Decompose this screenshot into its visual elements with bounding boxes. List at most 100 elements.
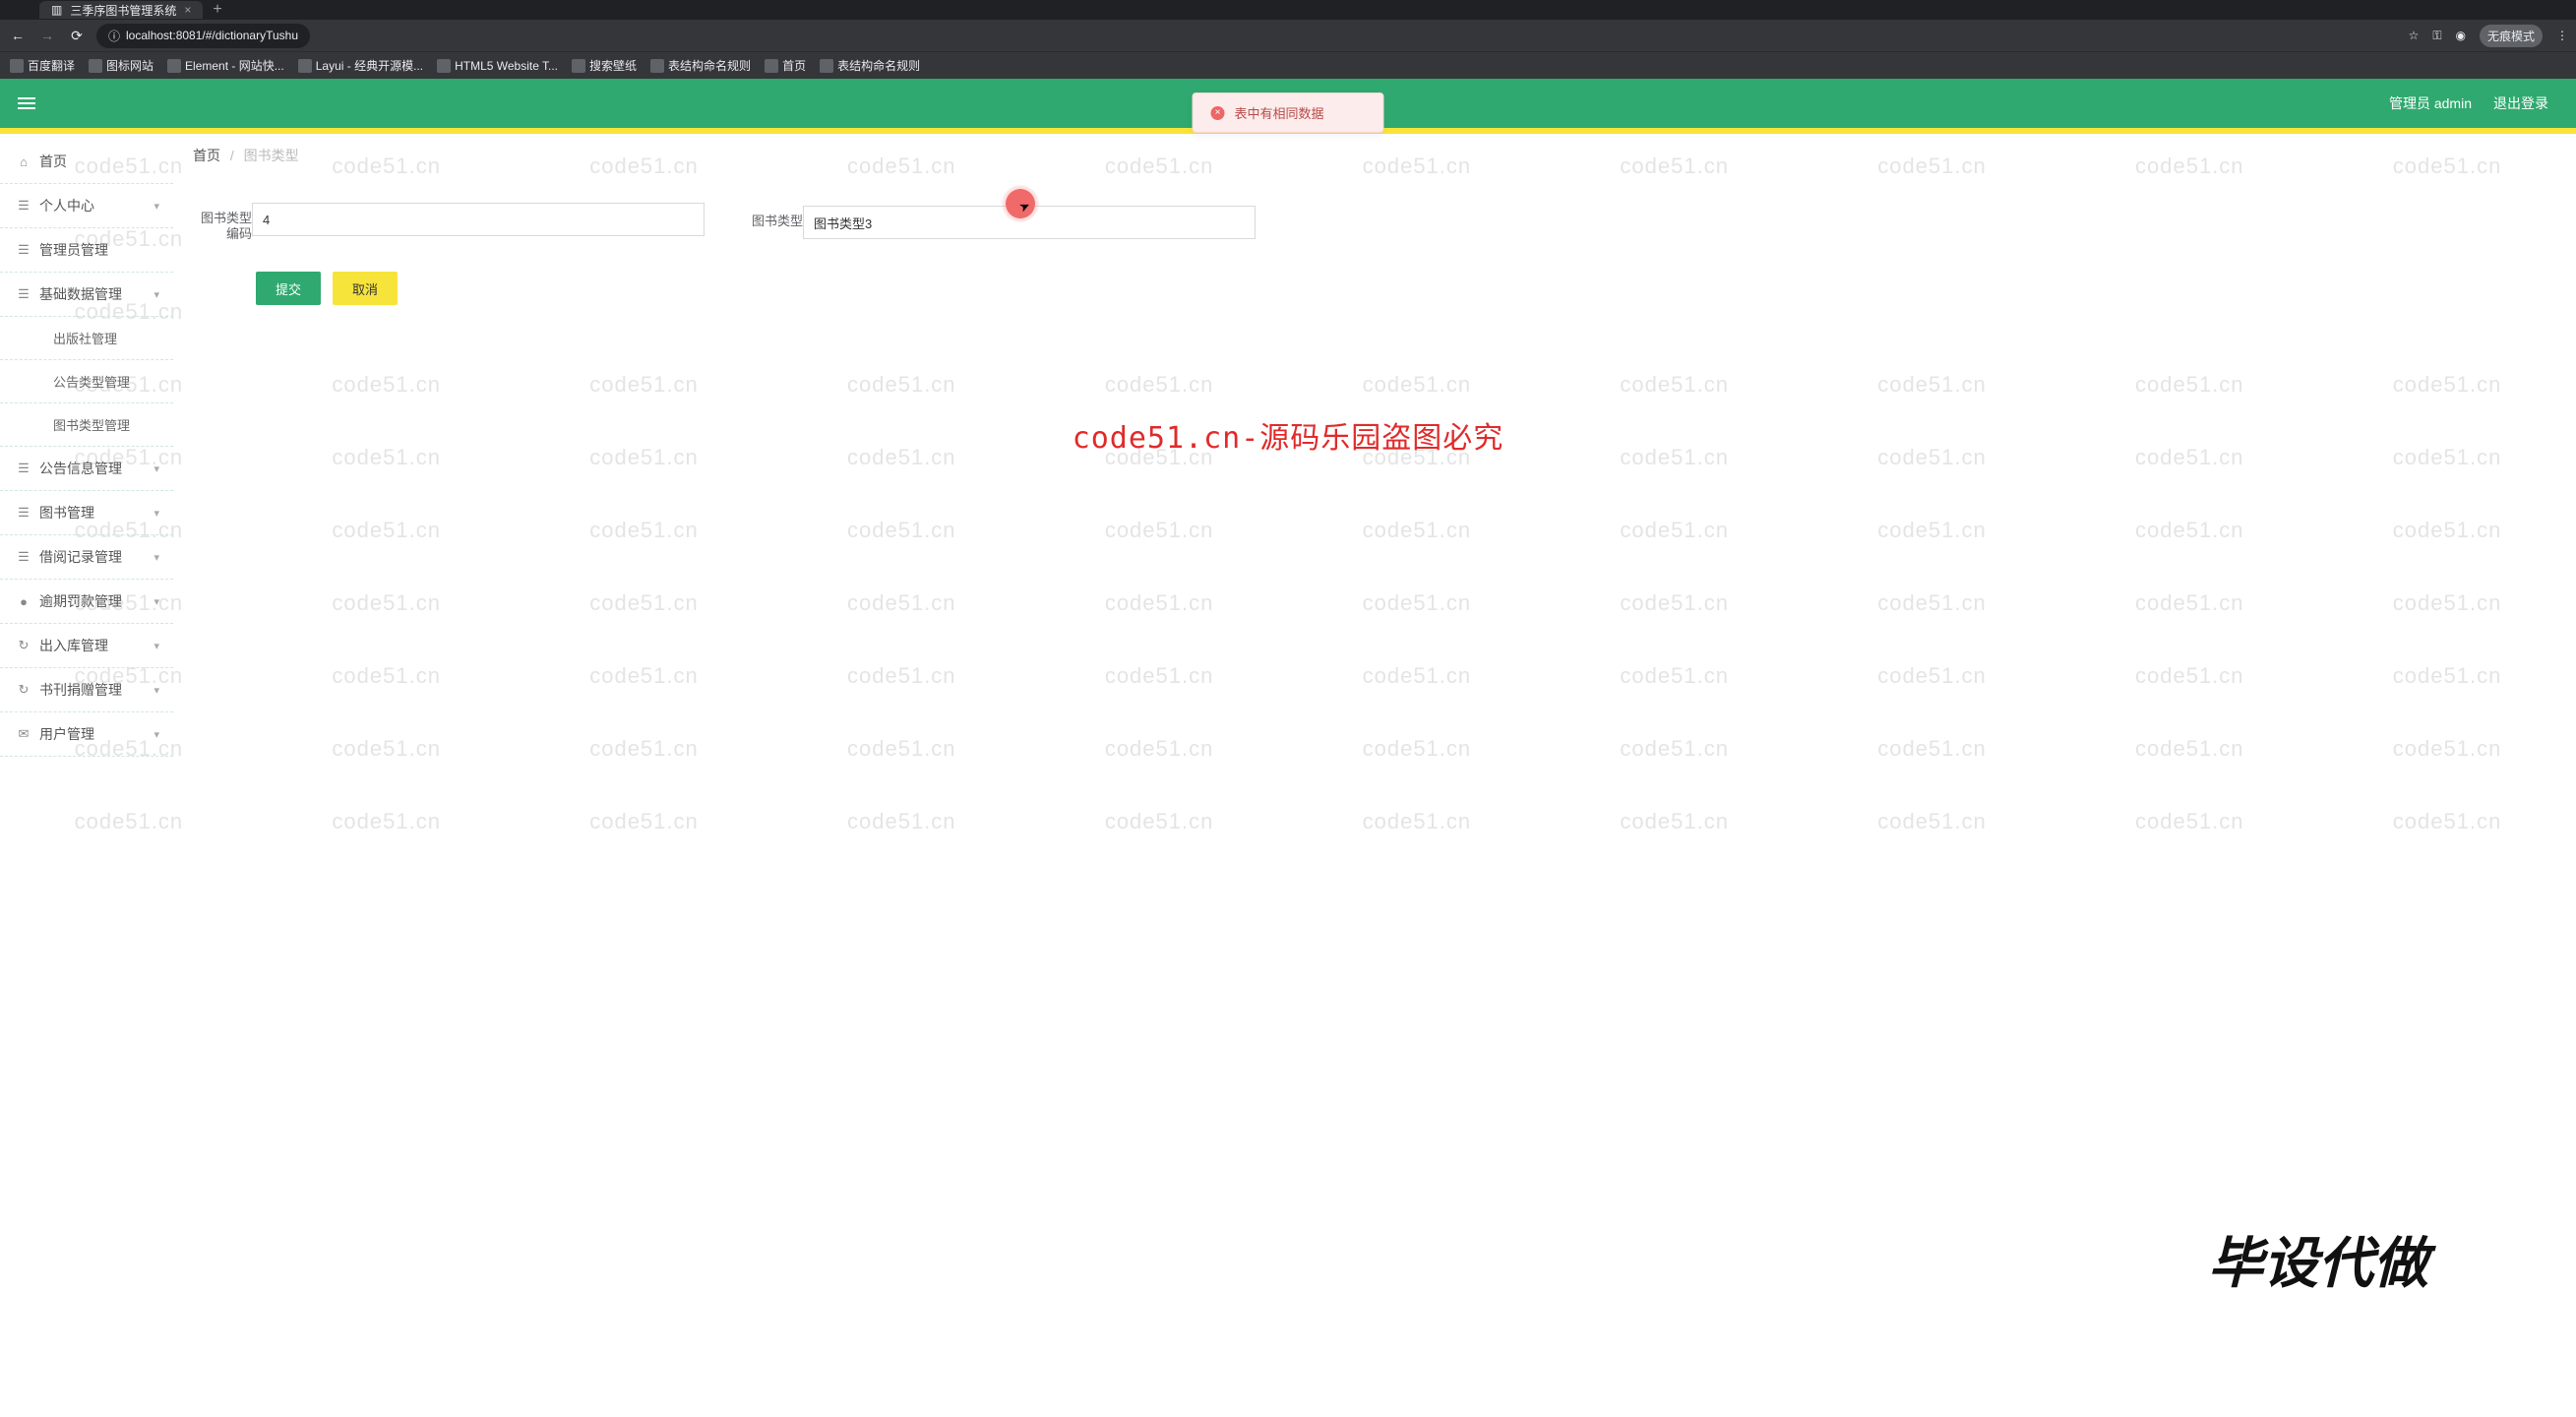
bookmark-label: 表结构命名规则 xyxy=(668,57,751,74)
chevron-down-icon: ▾ xyxy=(153,640,159,652)
info-icon: ⓘ xyxy=(108,28,120,44)
sidebar-item[interactable]: ✉ 用户管理▾ xyxy=(0,712,173,757)
browser-tab-strip: ▥ 三季序图书管理系统 × + xyxy=(0,0,2576,20)
sidebar-label: 逾期罚款管理 xyxy=(39,591,153,611)
breadcrumb-home[interactable]: 首页 xyxy=(193,148,220,163)
sidebar-label: 图书管理 xyxy=(39,503,153,523)
sidebar-icon: ☰ xyxy=(16,242,31,258)
bookmark-icon xyxy=(10,59,24,73)
sidebar-icon: ☰ xyxy=(16,198,31,214)
error-toast: × 表中有相同数据 xyxy=(1192,92,1383,133)
bookmark-item[interactable]: 百度翻译 xyxy=(10,57,75,74)
bookmark-item[interactable]: 搜索壁纸 xyxy=(572,57,637,74)
browser-tab[interactable]: ▥ 三季序图书管理系统 × xyxy=(39,1,203,19)
bookmark-label: HTML5 Website T... xyxy=(455,59,558,73)
breadcrumb: 首页 / 图书类型 xyxy=(193,146,2552,165)
bookmark-label: Layui - 经典开源模... xyxy=(316,57,423,74)
sidebar-label: 出版社管理 xyxy=(53,329,159,347)
bookmark-icon xyxy=(572,59,585,73)
bookmark-item[interactable]: HTML5 Website T... xyxy=(437,59,558,73)
tab-title: 三季序图书管理系统 xyxy=(70,2,176,19)
submit-button[interactable]: 提交 xyxy=(256,272,321,305)
bookmark-item[interactable]: 表结构命名规则 xyxy=(820,57,920,74)
sidebar-icon: ☰ xyxy=(16,505,31,521)
close-icon[interactable]: × xyxy=(184,3,191,17)
sidebar-icon: ✉ xyxy=(16,726,31,742)
back-button[interactable]: ← xyxy=(8,28,28,43)
sidebar-label: 个人中心 xyxy=(39,196,153,216)
field-label-type: 图书类型 xyxy=(744,206,803,229)
sidebar-label: 书刊捐赠管理 xyxy=(39,680,153,700)
chevron-down-icon: ▾ xyxy=(153,728,159,741)
bookmark-label: 搜索壁纸 xyxy=(589,57,637,74)
menu-toggle-icon[interactable] xyxy=(18,102,35,104)
chevron-down-icon: ▾ xyxy=(153,200,159,213)
book-type-name-input[interactable] xyxy=(803,206,1256,239)
bookmark-item[interactable]: Layui - 经典开源模... xyxy=(298,57,423,74)
bookmark-item[interactable]: Element - 网站快... xyxy=(167,57,284,74)
chevron-down-icon: ▾ xyxy=(153,288,159,301)
sidebar-item[interactable]: ☰ 基础数据管理▾ xyxy=(0,273,173,317)
menu-icon[interactable]: ⋮ xyxy=(2556,29,2568,42)
sidebar-label: 公告信息管理 xyxy=(39,459,153,478)
sidebar-item[interactable]: ↻书刊捐赠管理▾ xyxy=(0,668,173,712)
error-icon: × xyxy=(1210,106,1224,120)
sidebar-icon: ↻ xyxy=(16,638,31,653)
logout-link[interactable]: 退出登录 xyxy=(2493,93,2548,113)
tab-favicon: ▥ xyxy=(51,3,62,17)
breadcrumb-sep: / xyxy=(230,148,234,163)
star-icon[interactable]: ☆ xyxy=(2409,29,2420,42)
book-type-code-input[interactable] xyxy=(252,203,705,236)
bookmark-icon xyxy=(650,59,664,73)
reload-button[interactable]: ⟳ xyxy=(67,28,87,44)
sidebar-icon: ☰ xyxy=(16,286,31,302)
sidebar-item[interactable]: ☰公告信息管理▾ xyxy=(0,447,173,491)
incognito-avatar-icon[interactable]: ◉ xyxy=(2456,29,2466,42)
sidebar-label: 管理员管理 xyxy=(39,240,159,260)
bookmark-icon xyxy=(298,59,312,73)
sidebar-item[interactable]: ☰ 个人中心▾ xyxy=(0,184,173,228)
sidebar-icon: ☰ xyxy=(16,549,31,565)
sidebar-item[interactable]: 图书类型管理 xyxy=(0,403,173,447)
chevron-down-icon: ▾ xyxy=(153,595,159,608)
sidebar-label: 出入库管理 xyxy=(39,636,153,655)
admin-label[interactable]: 管理员 admin xyxy=(2389,93,2472,113)
form-card: 图书类型编码 图书类型 提交 取消 xyxy=(193,185,2552,329)
sidebar-item[interactable]: ☰ 图书管理▾ xyxy=(0,491,173,535)
address-bar: ← → ⟳ ⓘ localhost:8081/#/dictionaryTushu… xyxy=(0,20,2576,51)
toast-message: 表中有相同数据 xyxy=(1234,103,1323,122)
new-tab-button[interactable]: + xyxy=(213,1,221,19)
sidebar-item[interactable]: ⌂ 首页 xyxy=(0,140,173,184)
bookmark-icon xyxy=(167,59,181,73)
sidebar-label: 借阅记录管理 xyxy=(39,547,153,567)
url-text: localhost:8081/#/dictionaryTushu xyxy=(126,29,298,42)
bookmark-item[interactable]: 首页 xyxy=(765,57,806,74)
sidebar-item[interactable]: ☰ 管理员管理 xyxy=(0,228,173,273)
field-label-code: 图书类型编码 xyxy=(193,203,252,242)
sidebar-item[interactable]: ●逾期罚款管理▾ xyxy=(0,580,173,624)
sidebar-item[interactable]: ☰ 借阅记录管理▾ xyxy=(0,535,173,580)
forward-button[interactable]: → xyxy=(37,28,57,43)
sidebar-label: 基础数据管理 xyxy=(39,284,153,304)
sidebar-icon: ↻ xyxy=(16,682,31,698)
sidebar-icon: ⌂ xyxy=(16,154,31,169)
url-input[interactable]: ⓘ localhost:8081/#/dictionaryTushu xyxy=(96,24,310,48)
main-content: 首页 / 图书类型 图书类型编码 图书类型 提交 取消 xyxy=(173,134,2576,1417)
cancel-button[interactable]: 取消 xyxy=(333,272,398,305)
sidebar-label: 用户管理 xyxy=(39,724,153,744)
sidebar: ⌂首页☰个人中心▾☰管理员管理☰基础数据管理▾出版社管理公告类型管理图书类型管理… xyxy=(0,134,173,1417)
sidebar-label: 公告类型管理 xyxy=(53,372,159,391)
bookmark-label: 首页 xyxy=(782,57,806,74)
sidebar-item[interactable]: 公告类型管理 xyxy=(0,360,173,403)
sidebar-label: 首页 xyxy=(39,152,159,171)
chevron-down-icon: ▾ xyxy=(153,507,159,520)
key-icon[interactable]: ⚿ xyxy=(2432,29,2441,43)
chevron-down-icon: ▾ xyxy=(153,551,159,564)
sidebar-icon: ☰ xyxy=(16,461,31,476)
bookmark-item[interactable]: 图标网站 xyxy=(89,57,153,74)
sidebar-item[interactable]: ↻ 出入库管理▾ xyxy=(0,624,173,668)
bookmark-icon xyxy=(820,59,833,73)
bookmark-item[interactable]: 表结构命名规则 xyxy=(650,57,751,74)
bookmark-icon xyxy=(765,59,778,73)
sidebar-item[interactable]: 出版社管理 xyxy=(0,317,173,360)
